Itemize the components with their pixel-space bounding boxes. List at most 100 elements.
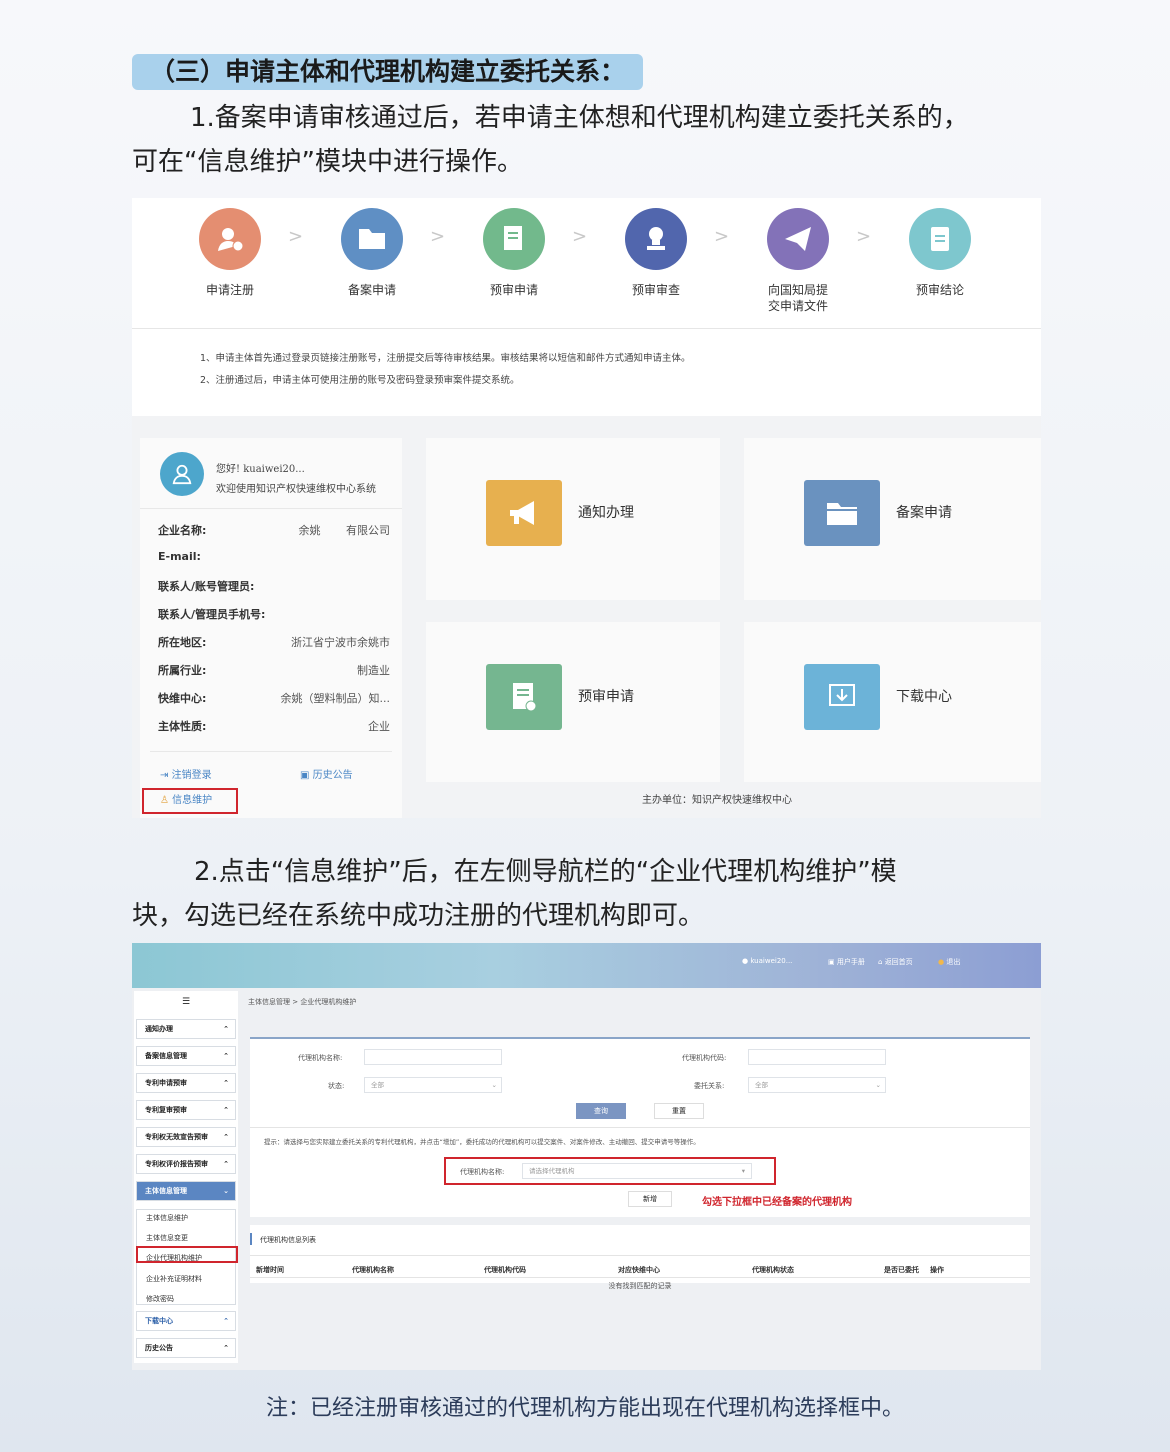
file-icon xyxy=(909,208,971,270)
instruction-paragraph-2-line-2: 块，勾选已经在系统中成功注册的代理机构即可。 xyxy=(132,901,705,931)
sidebar-item[interactable]: 备案信息管理 ⌃ xyxy=(136,1046,236,1066)
agency-select[interactable]: 请选择代理机构 ▾ xyxy=(522,1163,752,1179)
tile-label: 预审申请 xyxy=(578,689,634,705)
step-label: 备案申请 xyxy=(347,283,396,297)
chevron-icon: ⌄ xyxy=(223,1187,229,1195)
menu-icon[interactable]: ☰ xyxy=(182,997,190,1007)
agency-name-input[interactable] xyxy=(364,1049,502,1065)
tile-label: 通知办理 xyxy=(578,505,634,521)
chevron-right-icon: > xyxy=(856,226,872,247)
agency-code-input[interactable] xyxy=(748,1049,886,1065)
top-banner: ● kuaiwei20... ▣ 用户手册 ⌂ 返回首页 ● 退出 xyxy=(132,943,1041,988)
sidebar-sub-item[interactable]: 主体信息维护 xyxy=(146,1213,188,1223)
welcome-text: 欢迎使用知识产权快速维权中心系统 xyxy=(216,484,376,495)
add-button[interactable]: 新增 xyxy=(628,1191,672,1207)
tile-filing[interactable]: 备案申请 xyxy=(744,438,1041,600)
sidebar-item[interactable]: 专利权无效宣告预审 ⌃ xyxy=(136,1127,236,1147)
instruction-paragraph-1-line-2: 可在“信息维护”模块中进行操作。 xyxy=(132,147,523,177)
column-header: 代理机构状态 xyxy=(752,1266,794,1274)
chevron-down-icon: ▾ xyxy=(741,1167,745,1175)
step-3: 预审申请 xyxy=(454,208,574,298)
screenshot-portal-home: 申请注册 > 备案申请 > 预审申请 > 预审审查 > 向国知局提 交申请文件 > 预审结论 1、申请… xyxy=(132,198,1041,818)
agency-select-box: 代理机构名称: 请选择代理机构 ▾ xyxy=(444,1157,776,1185)
info-phone: 联系人/管理员手机号: xyxy=(158,608,266,621)
tile-notice[interactable]: 通知办理 xyxy=(426,438,720,600)
book-icon: ▣ xyxy=(828,958,835,966)
home-icon: ⌂ xyxy=(878,958,883,966)
chevron-icon: ⌃ xyxy=(223,1106,229,1114)
reset-button[interactable]: 重置 xyxy=(654,1103,704,1119)
top-user[interactable]: ● kuaiwei20... xyxy=(742,957,792,965)
stamp-icon xyxy=(625,208,687,270)
step-label: 预审结论 xyxy=(915,283,964,297)
status-label: 状态: xyxy=(328,1082,345,1090)
chevron-icon: ⌃ xyxy=(223,1160,229,1168)
tile-label: 备案申请 xyxy=(896,505,952,521)
table-title: 代理机构信息列表 xyxy=(260,1236,316,1244)
manual-link[interactable]: ▣ 用户手册 xyxy=(828,957,865,967)
code-label: 代理机构代码: xyxy=(682,1054,727,1062)
info-contact: 联系人/账号管理员: xyxy=(158,580,255,593)
tip-text: 提示：请选择与您实际建立委托关系的专利代理机构，并点击“增加”，委托成功的代理机… xyxy=(264,1138,700,1146)
info-industry: 所属行业: 制造业 xyxy=(158,664,390,677)
column-header: 对应快维中心 xyxy=(618,1266,660,1274)
exit-link[interactable]: ● 退出 xyxy=(938,957,960,967)
sidebar-item-download[interactable]: 下载中心 ⌃ xyxy=(136,1311,236,1331)
folder-icon xyxy=(804,480,880,546)
column-header: 代理机构名称 xyxy=(352,1266,394,1274)
sidebar-item[interactable]: 通知办理 ⌃ xyxy=(136,1019,236,1039)
relation-select[interactable]: 全部 ⌄ xyxy=(748,1077,886,1093)
sidebar-sub-item-agency[interactable]: 企业代理机构维护 xyxy=(146,1253,202,1263)
home-link[interactable]: ⌂ 返回首页 xyxy=(878,957,913,967)
info-region: 所在地区: 浙江省宁波市余姚市 xyxy=(158,636,390,649)
name-label: 代理机构名称: xyxy=(298,1054,343,1062)
chevron-icon: ⌃ xyxy=(223,1133,229,1141)
logout-icon: ⇥ xyxy=(160,770,169,781)
avatar xyxy=(160,452,204,496)
step-1: 申请注册 xyxy=(170,208,290,298)
step-5: 向国知局提 交申请文件 xyxy=(738,208,858,314)
step-2: 备案申请 xyxy=(312,208,432,298)
greeting-text: 您好! kuaiwei20... xyxy=(216,464,305,475)
column-header: 代理机构代码 xyxy=(484,1266,526,1274)
chevron-right-icon: > xyxy=(288,226,304,247)
sidebar-item[interactable]: 专利申请预审 ⌃ xyxy=(136,1073,236,1093)
screenshot-agency-maintenance: ● kuaiwei20... ▣ 用户手册 ⌂ 返回首页 ● 退出 ☰ 通知办理… xyxy=(132,943,1041,1370)
sidebar-sub-item[interactable]: 企业补充证明材料 xyxy=(146,1274,202,1284)
note-line-1: 1、申请主体首先通过登录页链接注册账号，注册提交后等待审核结果。审核结果将以短信… xyxy=(200,353,691,364)
document-icon xyxy=(486,664,562,730)
step-6: 预审结论 xyxy=(880,208,1000,298)
megaphone-icon xyxy=(486,480,562,546)
sidebar-item[interactable]: 专利权评价报告预审 ⌃ xyxy=(136,1154,236,1174)
query-button[interactable]: 查询 xyxy=(576,1103,626,1119)
instruction-paragraph-2-line-1: 2.点击“信息维护”后，在左侧导航栏的“企业代理机构维护”模 xyxy=(194,857,897,887)
search-form: 代理机构名称: 代理机构代码: 状态: 全部 ⌄ 委托关系: 全部 ⌄ 查询 重置 … xyxy=(250,1037,1030,1217)
tile-pre-review[interactable]: 预审申请 xyxy=(426,622,720,782)
empty-message: 没有找到匹配的记录 xyxy=(608,1282,672,1290)
info-center: 快维中心: 余姚（塑料制品）知... xyxy=(158,692,390,705)
logout-link[interactable]: ⇥ 注销登录 xyxy=(160,766,212,781)
chevron-icon: ⌃ xyxy=(223,1025,229,1033)
power-icon: ● xyxy=(938,958,945,966)
tile-download[interactable]: 下载中心 xyxy=(744,622,1041,782)
sidebar-item[interactable]: 主体信息管理 ⌄ xyxy=(136,1181,236,1201)
sidebar-sub-item[interactable]: 修改密码 xyxy=(146,1294,174,1304)
person-icon: ♙ xyxy=(160,795,169,806)
user-icon: ● xyxy=(742,957,749,965)
chevron-right-icon: > xyxy=(714,226,730,247)
tile-label: 下载中心 xyxy=(896,689,952,705)
relation-label: 委托关系: xyxy=(694,1082,725,1090)
section-title: （三）申请主体和代理机构建立委托关系： xyxy=(132,54,644,90)
sidebar-item[interactable]: 专利复审预审 ⌃ xyxy=(136,1100,236,1120)
history-link[interactable]: ▣ 历史公告 xyxy=(300,766,353,781)
info-nature: 主体性质: 企业 xyxy=(158,720,390,733)
status-select[interactable]: 全部 ⌄ xyxy=(364,1077,502,1093)
paper-plane-icon xyxy=(767,208,829,270)
document-icon xyxy=(483,208,545,270)
sidebar-sub-item[interactable]: 主体信息变更 xyxy=(146,1233,188,1243)
column-header: 操作 xyxy=(930,1266,944,1274)
info-maintain-link[interactable]: ♙ 信息维护 xyxy=(142,788,238,814)
user-add-icon xyxy=(199,208,261,270)
sidebar-item-history[interactable]: 历史公告 ⌃ xyxy=(136,1338,236,1358)
step-4: 预审审查 xyxy=(596,208,716,298)
